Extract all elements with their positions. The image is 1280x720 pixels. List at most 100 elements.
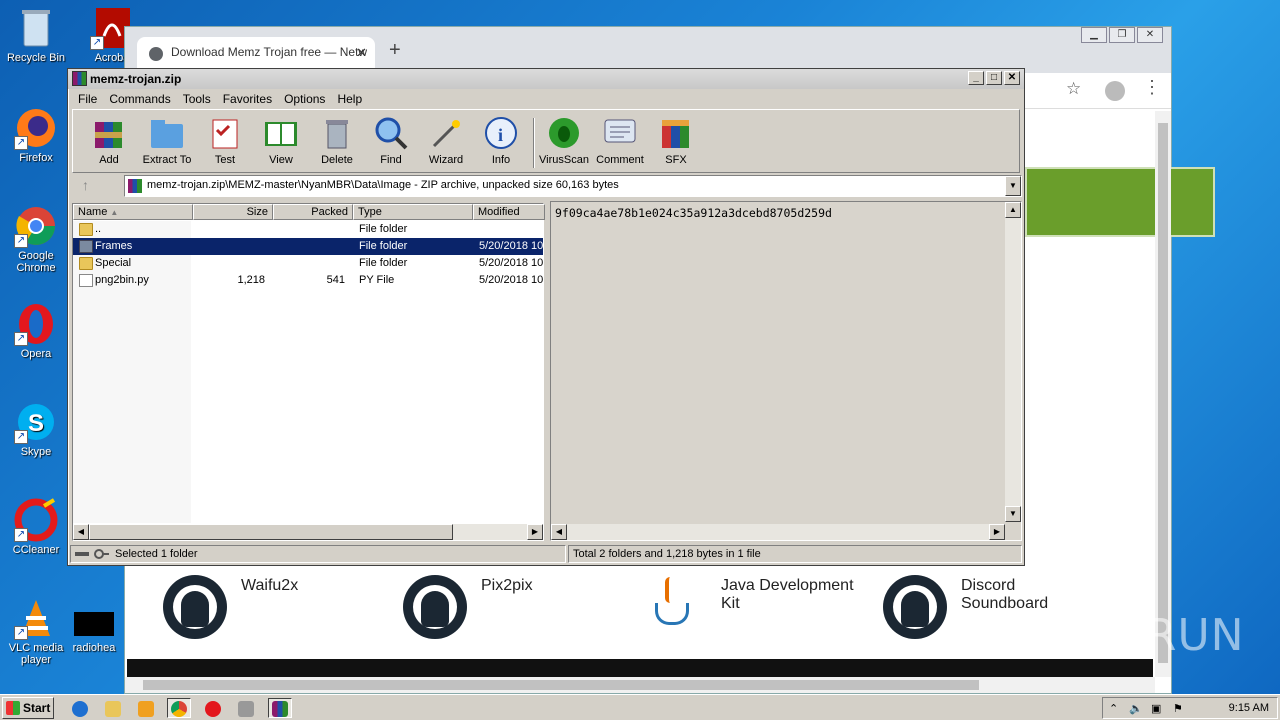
- comment-button[interactable]: Comment: [592, 114, 648, 166]
- preview-pane[interactable]: 9f09ca4ae78b1e024c35a912a3dcebd8705d259d…: [550, 201, 1022, 541]
- file-list-hscroll[interactable]: ◀ ▶: [73, 524, 543, 540]
- desktop-icon-radiohea[interactable]: radiohea: [64, 612, 124, 654]
- table-row[interactable]: .. File folder: [73, 221, 543, 238]
- status-left: Selected 1 folder: [70, 545, 566, 563]
- desktop-icon-opera[interactable]: ↗ Opera: [0, 302, 72, 360]
- tool-label: Add: [99, 154, 119, 166]
- feature-pix2pix[interactable]: Pix2pix: [403, 575, 533, 639]
- column-size[interactable]: Size: [193, 204, 273, 220]
- volume-icon[interactable]: 🔈: [1129, 702, 1143, 715]
- close-window-icon[interactable]: ✕: [1137, 27, 1163, 43]
- extract-to-button[interactable]: Extract To: [139, 114, 195, 166]
- taskbar-opera[interactable]: [201, 698, 225, 718]
- archive-icon: [128, 179, 142, 193]
- up-arrow-icon[interactable]: ↑: [82, 177, 89, 193]
- taskbar-media-player[interactable]: [134, 698, 158, 718]
- close-icon[interactable]: ✕: [356, 45, 367, 61]
- column-modified[interactable]: Modified: [473, 204, 545, 220]
- tool-label: Wizard: [428, 154, 464, 166]
- test-button[interactable]: Test: [197, 114, 253, 166]
- menu-file[interactable]: File: [72, 89, 103, 109]
- java-icon: [643, 575, 707, 639]
- taskbar-ie[interactable]: [68, 698, 92, 718]
- wizard-button[interactable]: Wizard: [418, 114, 474, 166]
- add-button[interactable]: Add: [81, 114, 137, 166]
- tray-expand-icon[interactable]: ⌃: [1109, 702, 1118, 715]
- taskbar-explorer[interactable]: [101, 698, 125, 718]
- clock[interactable]: 9:15 AM: [1229, 702, 1269, 714]
- shortcut-arrow-icon: ↗: [14, 626, 28, 640]
- desktop-icon-ccleaner[interactable]: ↗ CCleaner: [0, 498, 72, 556]
- menu-favorites[interactable]: Favorites: [217, 89, 278, 109]
- desktop-icon-recycle-bin[interactable]: Recycle Bin: [0, 6, 72, 64]
- comment-icon: [602, 116, 638, 150]
- scroll-left-icon[interactable]: ◀: [551, 524, 567, 540]
- winrar-titlebar[interactable]: memz-trojan.zip _ □ ✕: [68, 69, 1024, 89]
- find-button[interactable]: Find: [363, 114, 419, 166]
- svg-text:S: S: [28, 410, 44, 437]
- scroll-up-icon[interactable]: ▲: [1005, 202, 1021, 218]
- preview-vscroll[interactable]: ▲ ▼: [1005, 202, 1021, 522]
- path-combobox[interactable]: memz-trojan.zip\MEMZ-master\NyanMBR\Data…: [124, 175, 1022, 197]
- vertical-scrollbar[interactable]: [1155, 111, 1171, 677]
- action-center-flag-icon[interactable]: ⚑: [1173, 702, 1183, 715]
- start-button[interactable]: Start: [2, 697, 54, 719]
- info-button[interactable]: i Info: [473, 114, 529, 166]
- kebab-menu-icon[interactable]: ⋮: [1143, 77, 1161, 98]
- menu-options[interactable]: Options: [278, 89, 331, 109]
- preview-hscroll[interactable]: ◀ ▶: [551, 524, 1005, 540]
- folder-icon: [79, 257, 93, 270]
- new-tab-icon[interactable]: +: [389, 39, 401, 62]
- delete-button[interactable]: Delete: [309, 114, 365, 166]
- minimize-icon[interactable]: _: [968, 71, 984, 85]
- scroll-right-icon[interactable]: ▶: [527, 524, 543, 540]
- browser-tabbar: Download Memz Trojan free — Netw ✕ + ▁ ❐…: [125, 27, 1171, 73]
- taskbar-chrome[interactable]: [167, 698, 191, 718]
- scroll-down-icon[interactable]: ▼: [1005, 506, 1021, 522]
- scroll-thumb[interactable]: [89, 524, 453, 540]
- taskbar-app[interactable]: [234, 698, 258, 718]
- column-name[interactable]: Name ▲: [73, 204, 193, 220]
- github-icon: [403, 575, 467, 639]
- download-banner[interactable]: [1025, 167, 1215, 237]
- menu-help[interactable]: Help: [331, 89, 368, 109]
- column-type[interactable]: Type: [353, 204, 473, 220]
- chevron-down-icon[interactable]: ▼: [1005, 176, 1021, 196]
- table-row-selected[interactable]: Frames File folder 5/20/2018 10: [73, 238, 544, 255]
- horizontal-scrollbar[interactable]: [125, 677, 1155, 693]
- menu-commands[interactable]: Commands: [103, 89, 176, 109]
- profile-icon[interactable]: [1105, 81, 1125, 101]
- desktop-icon-skype[interactable]: S ↗ Skype: [0, 400, 72, 458]
- column-packed[interactable]: Packed: [273, 204, 353, 220]
- sort-asc-icon: ▲: [110, 208, 119, 217]
- file-list[interactable]: Name ▲ Size Packed Type Modified .. File…: [72, 203, 545, 541]
- desktop-icon-vlc[interactable]: ↗ VLC media player: [0, 596, 72, 666]
- scroll-left-icon[interactable]: ◀: [73, 524, 89, 540]
- table-row[interactable]: Special File folder 5/20/2018 10: [73, 255, 543, 272]
- maximize-icon[interactable]: □: [986, 71, 1002, 85]
- explorer-folder-icon: [105, 701, 121, 717]
- desktop-icon-firefox[interactable]: ↗ Firefox: [0, 106, 72, 164]
- minimize-icon[interactable]: ▁: [1081, 27, 1107, 43]
- desktop-icon-chrome[interactable]: ↗ Google Chrome: [0, 204, 72, 274]
- close-icon[interactable]: ✕: [1004, 71, 1020, 85]
- restore-icon[interactable]: ❐: [1109, 27, 1135, 43]
- folder-icon: [79, 223, 93, 236]
- bookmark-star-icon[interactable]: ☆: [1066, 79, 1081, 99]
- book-view-icon: [263, 116, 299, 150]
- winrar-window[interactable]: memz-trojan.zip _ □ ✕ File Commands Tool…: [67, 68, 1025, 566]
- network-icon[interactable]: ▣: [1151, 702, 1161, 715]
- table-row[interactable]: png2bin.py 1,218 541 PY File 5/20/2018 1…: [73, 272, 543, 289]
- view-button[interactable]: View: [253, 114, 309, 166]
- magic-wand-icon: [428, 116, 464, 150]
- folder-extract-icon: [149, 116, 185, 150]
- taskbar-winrar[interactable]: [268, 698, 292, 718]
- shortcut-arrow-icon: ↗: [14, 430, 28, 444]
- menu-tools[interactable]: Tools: [177, 89, 217, 109]
- scroll-right-icon[interactable]: ▶: [989, 524, 1005, 540]
- shortcut-arrow-icon: ↗: [14, 528, 28, 542]
- virusscan-button[interactable]: VirusScan: [536, 114, 592, 166]
- feature-jdk[interactable]: Java Development Kit: [643, 575, 871, 639]
- feature-waifu2x[interactable]: Waifu2x: [163, 575, 298, 639]
- sfx-button[interactable]: SFX: [648, 114, 704, 166]
